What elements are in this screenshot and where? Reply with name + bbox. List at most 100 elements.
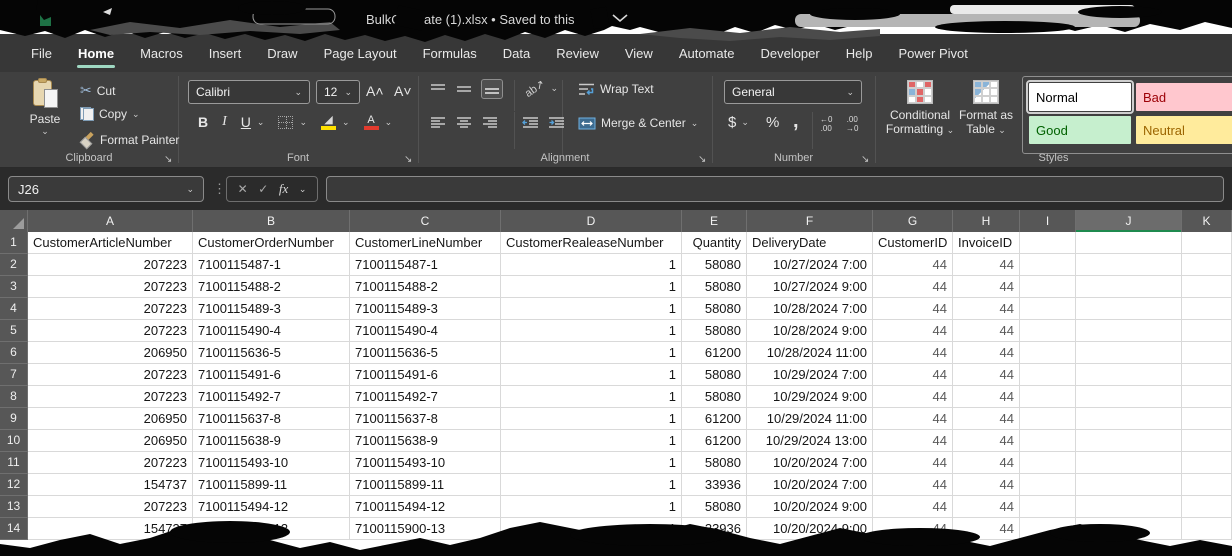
cell[interactable]: 1 [501,298,682,320]
column-header-k[interactable]: K [1182,210,1232,232]
cell[interactable] [1076,452,1182,474]
cell[interactable]: 44 [873,298,953,320]
row-header-13[interactable]: 13 [0,496,28,518]
column-header-i[interactable]: I [1020,210,1076,232]
cell[interactable] [1182,474,1232,496]
align-center-button[interactable] [456,116,472,130]
cell[interactable] [1182,452,1232,474]
cell[interactable]: 1 [501,496,682,518]
cell[interactable]: 207223 [28,320,193,342]
cell[interactable]: 7100115637-8 [193,408,350,430]
cell[interactable]: 1 [501,254,682,276]
cell[interactable] [1076,496,1182,518]
cell[interactable]: 7100115490-4 [193,320,350,342]
cell[interactable]: 44 [953,276,1020,298]
insert-function-button[interactable]: fx [279,181,288,197]
chevron-down-icon[interactable] [613,15,627,21]
tab-data[interactable]: Data [490,40,543,67]
cell[interactable]: 1 [501,364,682,386]
font-color-button[interactable]: A [364,115,379,130]
cell[interactable]: 10/27/2024 9:00 [747,276,873,298]
cell[interactable]: 7100115900-13 [193,518,350,540]
tab-home[interactable]: Home [65,40,127,67]
orientation-button[interactable]: ab↗ ⌄ [524,82,558,95]
cell[interactable] [1020,232,1076,254]
formula-input[interactable] [326,176,1224,202]
cell[interactable]: 61200 [682,408,747,430]
cell[interactable]: 154737 [28,474,193,496]
align-left-button[interactable] [430,116,446,130]
format-as-table-button[interactable]: Format as Table ⌄ [950,80,1022,137]
fill-color-button[interactable]: ◢ [321,115,336,130]
cell[interactable]: 10/20/2024 7:00 [747,474,873,496]
cell[interactable] [1076,386,1182,408]
cell[interactable] [1182,276,1232,298]
cell[interactable]: 58080 [682,386,747,408]
cell[interactable]: 44 [873,342,953,364]
cell[interactable]: 7100115490-4 [350,320,501,342]
format-painter-button[interactable]: Format Painter [80,132,179,147]
decrease-font-button[interactable]: A˅ [394,83,412,99]
style-chip-bad[interactable]: Bad [1136,83,1232,111]
cell[interactable] [1076,342,1182,364]
column-header-h[interactable]: H [953,210,1020,232]
cell[interactable]: 7100115488-2 [193,276,350,298]
cell[interactable]: 206950 [28,342,193,364]
cell[interactable]: 207223 [28,386,193,408]
name-box[interactable]: J26 ⌄ [8,176,204,202]
cell[interactable]: CustomerID [873,232,953,254]
currency-button[interactable]: $ ⌄ [728,114,749,131]
cell[interactable]: 207223 [28,496,193,518]
row-header-7[interactable]: 7 [0,364,28,386]
tab-view[interactable]: View [612,40,666,67]
cancel-button[interactable]: ✕ [238,182,248,196]
tab-draw[interactable]: Draw [254,40,310,67]
cell[interactable]: 207223 [28,364,193,386]
cell[interactable]: 44 [953,452,1020,474]
align-right-button[interactable] [482,116,498,130]
cell[interactable]: 1 [501,276,682,298]
cell[interactable]: 44 [953,342,1020,364]
row-header-5[interactable]: 5 [0,320,28,342]
cell[interactable]: 154737 [28,518,193,540]
underline-button[interactable]: U [241,114,251,130]
cell[interactable] [1182,298,1232,320]
row-header-11[interactable]: 11 [0,452,28,474]
cell[interactable]: CustomerRealeaseNumber [501,232,682,254]
cell[interactable]: 1 [501,518,682,540]
cell[interactable]: InvoiceID [953,232,1020,254]
cell[interactable]: DeliveryDate [747,232,873,254]
cell[interactable]: 44 [953,386,1020,408]
tab-power-pivot[interactable]: Power Pivot [885,40,980,67]
number-dialog-launcher-icon[interactable]: ↘ [861,154,869,165]
cell[interactable]: 7100115900-13 [350,518,501,540]
cell[interactable]: 10/29/2024 13:00 [747,430,873,452]
cell[interactable]: 58080 [682,452,747,474]
cell[interactable]: 7100115636-5 [350,342,501,364]
column-header-f[interactable]: F [747,210,873,232]
cell[interactable]: CustomerArticleNumber [28,232,193,254]
cell[interactable]: 44 [873,276,953,298]
column-header-g[interactable]: G [873,210,953,232]
cell[interactable]: 58080 [682,320,747,342]
cell[interactable] [1076,254,1182,276]
number-format-combo[interactable]: General ⌄ [724,80,862,104]
cell[interactable]: 10/28/2024 11:00 [747,342,873,364]
row-header-2[interactable]: 2 [0,254,28,276]
row-header-14[interactable]: 14 [0,518,28,540]
cell[interactable]: 44 [873,254,953,276]
cell[interactable]: 7100115491-6 [193,364,350,386]
column-header-b[interactable]: B [193,210,350,232]
cell[interactable]: 207223 [28,254,193,276]
cell[interactable]: 44 [873,430,953,452]
cell[interactable]: 7100115488-2 [350,276,501,298]
cell[interactable]: 1 [501,408,682,430]
cell[interactable]: 58080 [682,276,747,298]
cell[interactable]: 207223 [28,276,193,298]
cell[interactable]: 10/28/2024 7:00 [747,298,873,320]
cell[interactable]: 58080 [682,496,747,518]
cell[interactable] [1182,254,1232,276]
cell[interactable]: 206950 [28,408,193,430]
column-header-c[interactable]: C [350,210,501,232]
decrease-indent-button[interactable] [522,116,539,130]
